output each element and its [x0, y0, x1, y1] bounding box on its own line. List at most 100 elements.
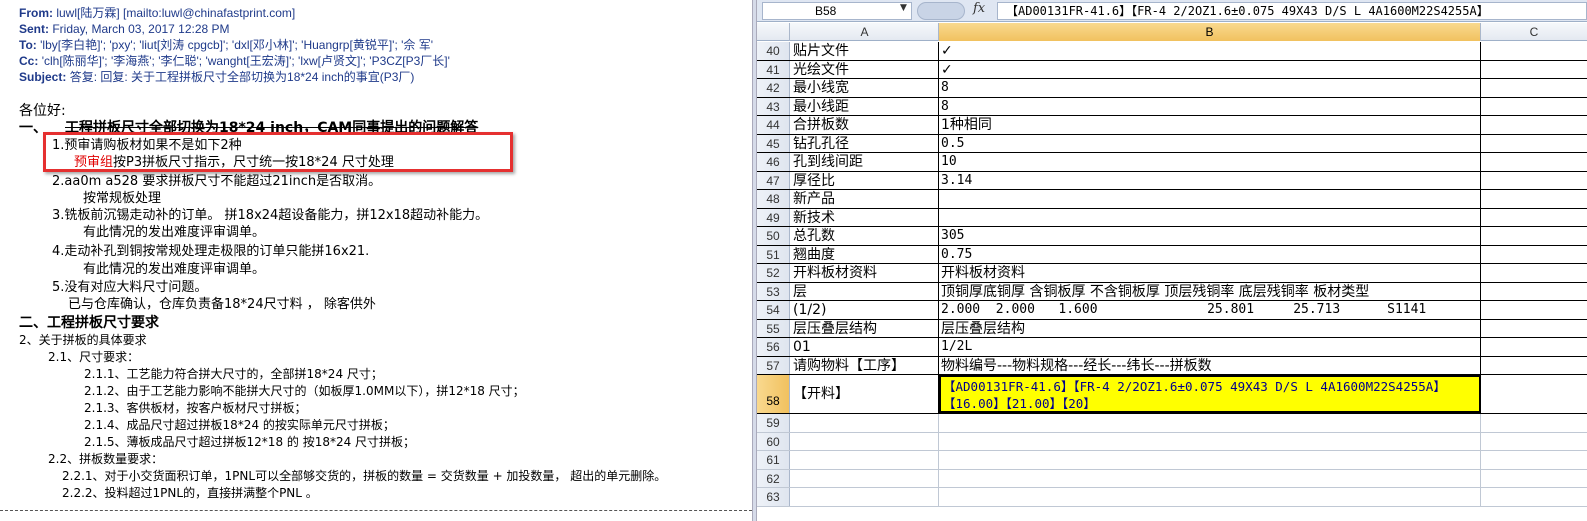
- cell-c[interactable]: [1481, 433, 1587, 451]
- cell-c[interactable]: [1481, 153, 1587, 171]
- cell-a[interactable]: [791, 432, 939, 450]
- row-number[interactable]: 55: [757, 319, 790, 337]
- column-header-a[interactable]: A: [791, 23, 939, 41]
- cell-c[interactable]: [1481, 209, 1587, 227]
- cell-b[interactable]: [939, 190, 1481, 208]
- cell-a[interactable]: 层: [791, 282, 939, 300]
- cell-b[interactable]: 0.75: [939, 245, 1481, 263]
- cell-a[interactable]: 光绘文件: [791, 60, 939, 78]
- cell-a[interactable]: 开料板材资料: [791, 264, 939, 282]
- cell-c[interactable]: [1481, 414, 1587, 432]
- cell-a[interactable]: 新技术: [791, 208, 939, 226]
- cell-c[interactable]: [1481, 264, 1587, 282]
- column-header-b[interactable]: B: [939, 23, 1481, 41]
- cell-a[interactable]: 合拼板数: [791, 116, 939, 134]
- cell-c[interactable]: [1481, 135, 1587, 153]
- cell-a[interactable]: 层压叠层结构: [791, 319, 939, 337]
- cell-b[interactable]: 8: [939, 97, 1481, 115]
- cell-a[interactable]: [791, 451, 939, 469]
- cell-a[interactable]: [791, 469, 939, 487]
- cell-b[interactable]: 1种相同: [939, 116, 1481, 134]
- selected-cell-b58[interactable]: 【AD00131FR-41.6】【FR-4 2/2OZ1.6±0.075 49X…: [939, 375, 1481, 413]
- row-number[interactable]: 44: [757, 116, 790, 134]
- cell-a[interactable]: 孔到线间距: [791, 153, 939, 171]
- cell-b[interactable]: [939, 432, 1481, 450]
- cell-b[interactable]: 2.000 2.000 1.600 25.801 25.713 S1141: [939, 301, 1481, 319]
- cell-b[interactable]: 开料板材资料: [939, 264, 1481, 282]
- row-number[interactable]: 42: [757, 79, 790, 97]
- cell-c[interactable]: [1481, 357, 1587, 375]
- cell-a[interactable]: 总孔数: [791, 227, 939, 245]
- row-number[interactable]: 63: [757, 488, 790, 506]
- row-number[interactable]: 43: [757, 97, 790, 115]
- cell-c[interactable]: [1481, 246, 1587, 264]
- cell-a[interactable]: 贴片文件: [791, 42, 939, 60]
- cell-a[interactable]: 新产品: [791, 190, 939, 208]
- cell-c[interactable]: [1481, 116, 1587, 134]
- cell-b[interactable]: ✓: [939, 42, 1481, 60]
- cell-c[interactable]: [1481, 451, 1587, 469]
- cell-a[interactable]: 请购物料【工序】: [791, 356, 939, 374]
- row-number[interactable]: 47: [757, 171, 790, 189]
- row-number[interactable]: 50: [757, 227, 790, 245]
- row-number[interactable]: 46: [757, 153, 790, 171]
- cell-c[interactable]: [1481, 227, 1587, 245]
- cell-a[interactable]: 厚径比: [791, 171, 939, 189]
- cell-a[interactable]: 01: [791, 338, 939, 356]
- column-header-c[interactable]: C: [1481, 23, 1587, 41]
- row-number[interactable]: 59: [757, 414, 790, 432]
- cell-c[interactable]: [1481, 190, 1587, 208]
- cell-c[interactable]: [1481, 172, 1587, 190]
- formula-bar-resize-handle[interactable]: [917, 2, 965, 20]
- row-number[interactable]: 49: [757, 208, 790, 226]
- row-number[interactable]: 51: [757, 245, 790, 263]
- cell-c[interactable]: [1481, 283, 1587, 301]
- formula-input[interactable]: 【AD00131FR-41.6】【FR-4 2/2OZ1.6±0.075 49X…: [997, 2, 1587, 20]
- row-number[interactable]: 61: [757, 451, 790, 469]
- cell-b[interactable]: 305: [939, 227, 1481, 245]
- select-all-corner[interactable]: [757, 23, 790, 41]
- row-number[interactable]: 62: [757, 469, 790, 487]
- row-number[interactable]: 53: [757, 282, 790, 300]
- cell-b[interactable]: 3.14: [939, 171, 1481, 189]
- cell-b[interactable]: 物料编号---物料规格---经长---纬长---拼板数: [939, 356, 1481, 374]
- cell-a[interactable]: (1/2): [791, 301, 939, 319]
- cell-c[interactable]: [1481, 61, 1587, 79]
- fx-icon[interactable]: fx: [973, 1, 985, 16]
- cell-c[interactable]: [1481, 98, 1587, 116]
- cell-c[interactable]: [1481, 301, 1587, 319]
- chevron-down-icon[interactable]: ▼: [900, 3, 907, 13]
- row-number[interactable]: 57: [757, 356, 790, 374]
- cell-a[interactable]: [791, 414, 939, 432]
- cell-a[interactable]: [791, 488, 939, 506]
- cell-a[interactable]: 钻孔孔径: [791, 134, 939, 152]
- cell-b[interactable]: 10: [939, 153, 1481, 171]
- cell-c[interactable]: [1481, 42, 1587, 60]
- row-number[interactable]: 60: [757, 432, 790, 450]
- cell-b[interactable]: 顶铜厚底铜厚 含铜板厚 不含铜板厚 顶层残铜率 底层残铜率 板材类型: [939, 282, 1481, 300]
- cell-b[interactable]: 0.5: [939, 134, 1481, 152]
- cell-b[interactable]: [939, 488, 1481, 506]
- row-number[interactable]: 41: [757, 60, 790, 78]
- row-number[interactable]: 58: [757, 375, 790, 413]
- cell-b[interactable]: ✓: [939, 60, 1481, 78]
- row-number[interactable]: 45: [757, 134, 790, 152]
- cell-b[interactable]: 8: [939, 79, 1481, 97]
- cell-b[interactable]: [939, 469, 1481, 487]
- cell-c[interactable]: [1481, 488, 1587, 506]
- cell-c[interactable]: [1481, 470, 1587, 488]
- cell-c[interactable]: [1481, 79, 1587, 97]
- cell-a[interactable]: 最小线距: [791, 97, 939, 115]
- cell-b[interactable]: 1/2L: [939, 338, 1481, 356]
- cell-b[interactable]: [939, 414, 1481, 432]
- row-number[interactable]: 56: [757, 338, 790, 356]
- cell-c[interactable]: [1481, 375, 1587, 413]
- row-number[interactable]: 52: [757, 264, 790, 282]
- row-number[interactable]: 54: [757, 301, 790, 319]
- cell-a[interactable]: 翘曲度: [791, 245, 939, 263]
- cell-c[interactable]: [1481, 320, 1587, 338]
- cell-b[interactable]: [939, 208, 1481, 226]
- cell-c[interactable]: [1481, 338, 1587, 356]
- cell-b[interactable]: [939, 451, 1481, 469]
- name-box[interactable]: B58: [762, 2, 912, 20]
